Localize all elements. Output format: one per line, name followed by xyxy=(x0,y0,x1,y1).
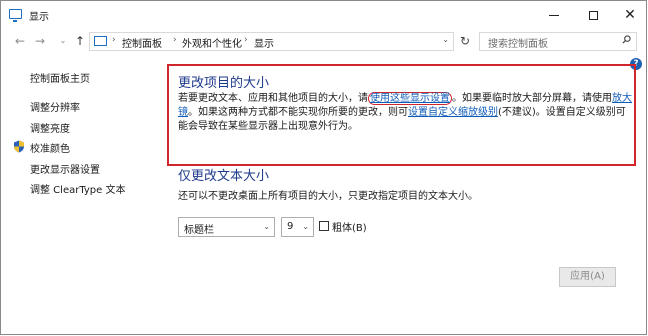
forward-button[interactable]: → xyxy=(32,33,48,49)
font-size-select[interactable]: 9 ⌄ xyxy=(281,217,314,237)
custom-scaling-link[interactable]: 设置自定义缩放级别 xyxy=(408,107,498,118)
control-panel-icon xyxy=(94,36,107,46)
display-window: 显示 ✕ ← → ⌄ ↑ › 控制面板 › 外观和个性化 › 显示 ⌄ ↻ 搜索… xyxy=(0,0,647,335)
title-bar[interactable]: 显示 ✕ xyxy=(1,1,646,29)
search-placeholder: 搜索控制面板 xyxy=(488,39,548,50)
para-text-2: 。如果要临时放大部分屏幕，请使用 xyxy=(452,93,612,104)
up-button[interactable]: ↑ xyxy=(72,33,88,49)
apply-button[interactable]: 应用(A) xyxy=(559,267,616,287)
bold-label[interactable]: 粗体(B) xyxy=(332,219,367,234)
shield-icon xyxy=(14,140,24,153)
close-button[interactable]: ✕ xyxy=(613,1,647,29)
item-select-value: 标题栏 xyxy=(184,225,214,236)
heading-change-text-size: 仅更改文本大小 xyxy=(178,169,270,184)
sidebar-item-brightness[interactable]: 调整亮度 xyxy=(30,120,70,135)
sidebar-item-resolution[interactable]: 调整分辨率 xyxy=(30,99,80,114)
sidebar-item-cleartype[interactable]: 调整 ClearType 文本 xyxy=(30,181,125,196)
breadcrumb-separator[interactable]: › xyxy=(244,35,248,45)
para-text-1: 若要更改文本、应用和其他项目的大小，请 xyxy=(178,93,368,104)
window-title: 显示 xyxy=(29,12,49,23)
item-select[interactable]: 标题栏 ⌄ xyxy=(178,217,275,237)
sidebar-item-display-settings[interactable]: 更改显示器设置 xyxy=(30,161,100,176)
address-bar-row: ← → ⌄ ↑ › 控制面板 › 外观和个性化 › 显示 ⌄ ↻ 搜索控制面板 xyxy=(1,29,646,55)
sidebar-item-home[interactable]: 控制面板主页 xyxy=(30,70,90,85)
close-icon: ✕ xyxy=(624,7,636,23)
minimize-button[interactable] xyxy=(537,1,571,29)
breadcrumb-appearance[interactable]: 外观和个性化 xyxy=(182,35,242,50)
sidebar-item-calibrate-color[interactable]: 校准颜色 xyxy=(30,140,70,155)
font-size-value: 9 xyxy=(287,221,294,232)
breadcrumb-control-panel[interactable]: 控制面板 xyxy=(122,35,162,50)
back-button[interactable]: ← xyxy=(12,33,28,49)
chevron-down-icon: ⌄ xyxy=(263,222,270,231)
text-size-description: 还可以不更改桌面上所有项目的大小，只更改指定项目的文本大小。 xyxy=(178,191,478,202)
maximize-button[interactable] xyxy=(576,1,610,29)
monitor-icon xyxy=(9,9,22,22)
refresh-button[interactable]: ↻ xyxy=(457,33,473,49)
breadcrumb-display[interactable]: 显示 xyxy=(254,35,274,50)
breadcrumb-separator: › xyxy=(112,35,116,45)
size-description: 若要更改文本、应用和其他项目的大小，请 使用这些显示设置 。如果要临时放大部分屏幕，… xyxy=(178,92,633,134)
address-dropdown-icon[interactable]: ⌄ xyxy=(442,35,449,44)
display-settings-link[interactable]: 使用这些显示设置 xyxy=(368,92,452,105)
breadcrumb-separator[interactable]: › xyxy=(173,35,177,45)
bold-checkbox[interactable] xyxy=(319,221,329,231)
search-icon[interactable] xyxy=(622,35,631,44)
address-field[interactable]: › 控制面板 › 外观和个性化 › 显示 ⌄ xyxy=(89,32,454,51)
maximize-icon xyxy=(588,11,598,20)
para-text-3: 。如果这两种方式都不能实现你所要的更改，则可 xyxy=(188,107,408,118)
search-box[interactable]: 搜索控制面板 xyxy=(479,32,637,51)
heading-change-item-size: 更改项目的大小 xyxy=(178,76,270,91)
chevron-down-icon: ⌄ xyxy=(302,222,309,231)
minimize-icon xyxy=(549,15,559,16)
recent-locations-button[interactable]: ⌄ xyxy=(55,33,71,49)
